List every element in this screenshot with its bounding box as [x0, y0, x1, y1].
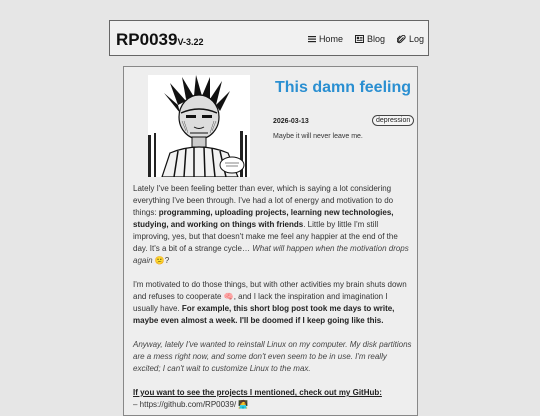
nav-log-label: Log: [408, 34, 424, 44]
post-subtitle: Maybe it will never leave me.: [273, 133, 363, 140]
p3-italic: Anyway, lately I've wanted to reinstall …: [133, 340, 412, 373]
confused-emoji-icon: 😕: [154, 256, 165, 265]
brand-name: RP0039: [116, 30, 178, 49]
paragraph-3: Anyway, lately I've wanted to reinstall …: [133, 339, 414, 375]
brand-version: V-3.22: [177, 37, 204, 47]
newspaper-icon: [354, 35, 364, 43]
site-brand[interactable]: RP0039V-3.22: [116, 30, 203, 50]
paragraph-1: Lately I've been feeling better than eve…: [133, 183, 414, 267]
paragraph-2: I'm motivated to do those things, but wi…: [133, 279, 414, 327]
nav-home[interactable]: Home: [307, 34, 343, 44]
manga-character-illustration: [148, 75, 250, 177]
post-tag[interactable]: depression: [372, 115, 415, 126]
p1-text-e: ?: [164, 256, 170, 265]
paperclip-icon: [396, 34, 406, 43]
post-cover-image: [148, 75, 250, 177]
post-title: This damn feeling: [274, 79, 411, 96]
nav-log[interactable]: Log: [396, 34, 424, 44]
main-nav: Home Blog Log: [307, 34, 424, 44]
github-callout: If you want to see the projects I mentio…: [133, 388, 382, 397]
nav-home-label: Home: [318, 34, 343, 44]
post-date: 2026-03-13: [273, 118, 309, 125]
blog-post-card: This damn feeling 2026-03-13 depression …: [123, 66, 418, 416]
post-body: Lately I've been feeling better than eve…: [133, 183, 414, 415]
nav-blog[interactable]: Blog: [354, 34, 385, 44]
site-header: RP0039V-3.22 Home Blog Log: [109, 20, 429, 56]
brain-emoji-icon: 🧠: [223, 292, 234, 301]
menu-icon: [307, 36, 316, 43]
nav-blog-label: Blog: [366, 34, 385, 44]
paragraph-4: If you want to see the projects I mentio…: [133, 387, 414, 411]
